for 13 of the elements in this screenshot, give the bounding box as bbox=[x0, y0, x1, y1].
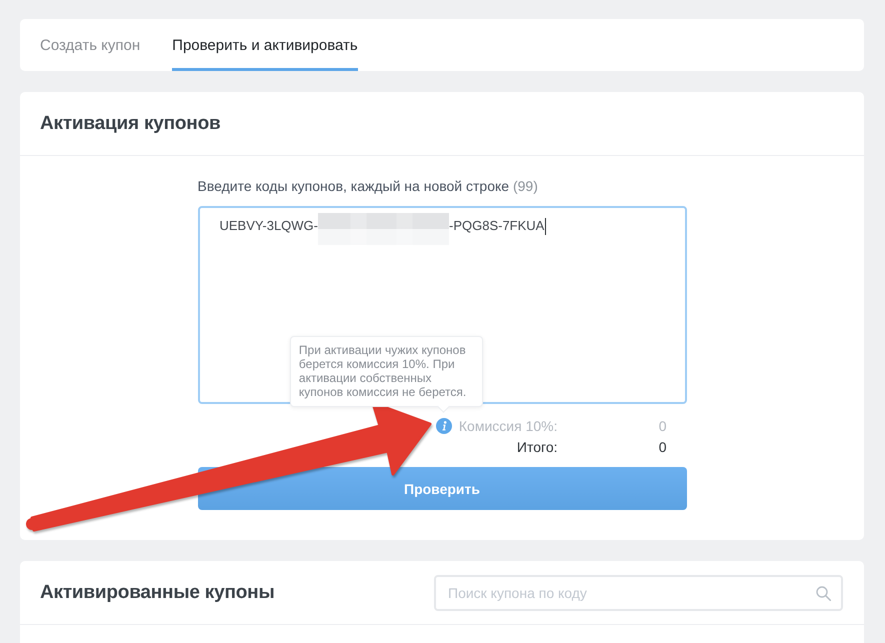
tab[interactable]: Проверить и активировать bbox=[172, 19, 358, 71]
info-icon[interactable] bbox=[436, 418, 452, 434]
search-icon bbox=[816, 586, 831, 600]
summary-label: Комиссия 10%: bbox=[458, 418, 558, 434]
text-cursor-icon bbox=[545, 218, 546, 235]
section-title: Активация купонов bbox=[40, 112, 220, 134]
search-field[interactable]: Поиск купона по коду bbox=[434, 574, 843, 610]
tooltip: При активации чужих купонов берется комиссия 10%. При активации собственных купонов комиссия не берется. bbox=[290, 336, 483, 414]
section-title: Активированные купоны bbox=[40, 582, 274, 604]
field-label: Введите коды купонов, каждый на новой строке (99) bbox=[198, 178, 539, 195]
summary-value: 0 bbox=[658, 438, 666, 454]
summary-label: Итого: bbox=[516, 438, 558, 454]
summary-value: 0 bbox=[658, 418, 666, 434]
